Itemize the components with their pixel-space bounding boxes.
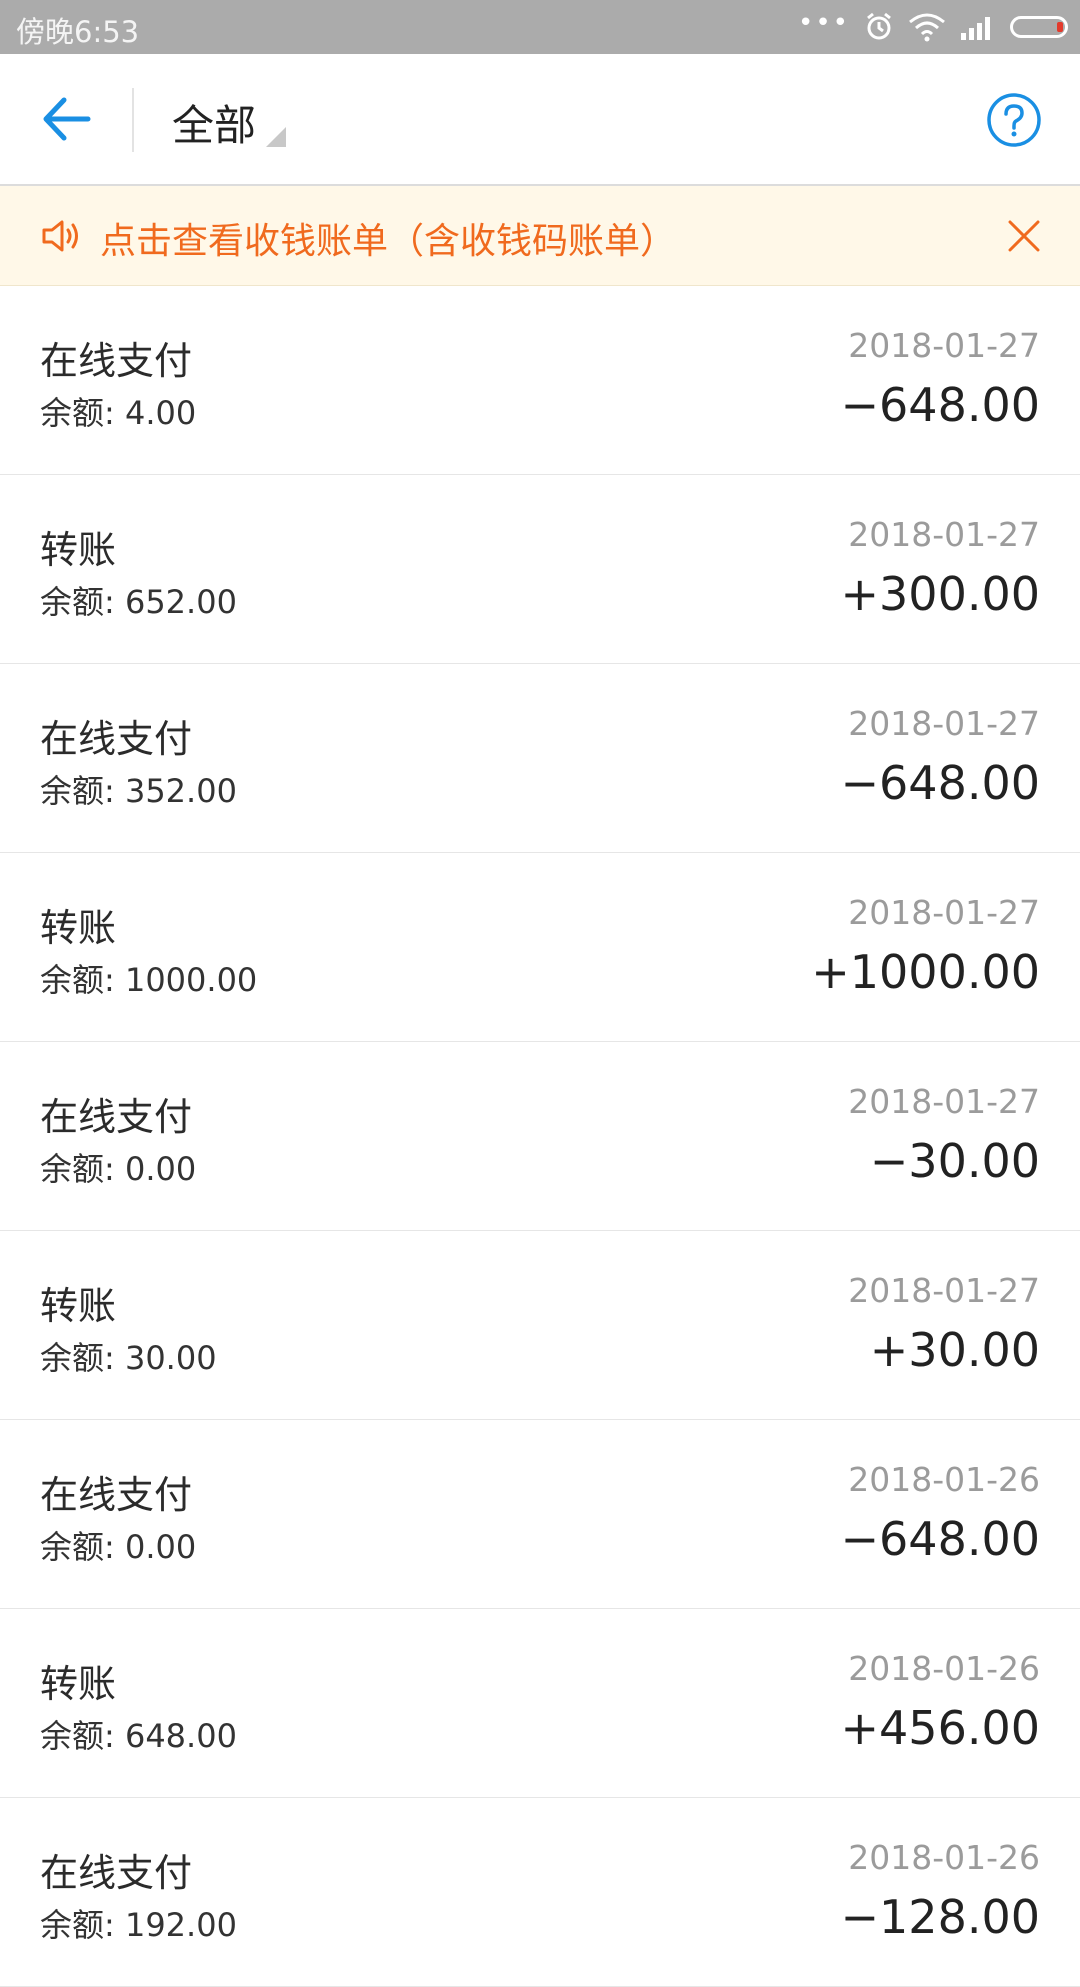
status-time: 傍晚6:53	[16, 15, 140, 49]
help-circle-icon[interactable]	[986, 92, 1042, 148]
transaction-title: 转账	[40, 528, 117, 572]
transaction-row[interactable]: 在线支付 余额: 192.00 2018-01-26 −128.00	[0, 1798, 1080, 1987]
transaction-title: 在线支付	[40, 1851, 193, 1895]
transaction-title: 在线支付	[40, 1473, 193, 1517]
transaction-amount: −128.00	[840, 1890, 1041, 1944]
transaction-date: 2018-01-27	[848, 1271, 1040, 1310]
status-icons: •••	[798, 8, 1068, 46]
transaction-date: 2018-01-27	[848, 1082, 1040, 1121]
transaction-amount: −648.00	[840, 756, 1041, 810]
transaction-title: 转账	[40, 1662, 117, 1706]
back-arrow-icon[interactable]	[38, 94, 94, 144]
transaction-balance: 余额: 0.00	[40, 1150, 197, 1188]
transaction-row[interactable]: 转账 余额: 1000.00 2018-01-27 +1000.00	[0, 853, 1080, 1042]
notice-text: 点击查看收钱账单（含收钱码账单）	[100, 221, 677, 262]
transaction-title: 在线支付	[40, 339, 193, 383]
transaction-row[interactable]: 转账 余额: 30.00 2018-01-27 +30.00	[0, 1231, 1080, 1420]
top-nav-bar: 全部	[0, 54, 1080, 186]
transaction-balance: 余额: 30.00	[40, 1339, 217, 1377]
nav-divider	[132, 88, 134, 152]
transaction-list: 在线支付 余额: 4.00 2018-01-27 −648.00 转账 余额: …	[0, 286, 1080, 1987]
transaction-date: 2018-01-26	[848, 1460, 1040, 1499]
transaction-amount: −648.00	[840, 1512, 1041, 1566]
transaction-date: 2018-01-26	[848, 1649, 1040, 1688]
transaction-title: 转账	[40, 1284, 117, 1328]
wifi-icon	[909, 13, 945, 42]
transaction-row[interactable]: 在线支付 余额: 352.00 2018-01-27 −648.00	[0, 664, 1080, 853]
filter-label: 全部	[172, 101, 257, 150]
transaction-amount: −648.00	[840, 378, 1041, 432]
alarm-icon	[867, 12, 891, 40]
transaction-balance: 余额: 352.00	[40, 772, 237, 810]
transaction-row[interactable]: 在线支付 余额: 4.00 2018-01-27 −648.00	[0, 286, 1080, 475]
battery-icon	[1010, 16, 1068, 38]
transaction-row[interactable]: 在线支付 余额: 0.00 2018-01-27 −30.00	[0, 1042, 1080, 1231]
transaction-balance: 余额: 648.00	[40, 1717, 237, 1755]
transaction-amount: +1000.00	[811, 945, 1040, 999]
transaction-date: 2018-01-27	[848, 326, 1040, 365]
status-bar: 傍晚6:53 •••	[0, 0, 1080, 54]
transaction-date: 2018-01-26	[848, 1838, 1040, 1877]
transaction-balance: 余额: 0.00	[40, 1528, 197, 1566]
transaction-balance: 余额: 1000.00	[40, 961, 258, 999]
filter-dropdown[interactable]: 全部	[172, 92, 287, 153]
transaction-amount: +30.00	[869, 1323, 1040, 1377]
transaction-balance: 余额: 652.00	[40, 583, 237, 621]
transaction-amount: −30.00	[869, 1134, 1040, 1188]
transaction-date: 2018-01-27	[848, 893, 1040, 932]
transaction-title: 转账	[40, 906, 117, 950]
signal-icon	[961, 17, 990, 40]
transaction-row[interactable]: 转账 余额: 648.00 2018-01-26 +456.00	[0, 1609, 1080, 1798]
transaction-date: 2018-01-27	[848, 704, 1040, 743]
more-dots-icon: •••	[797, 8, 850, 38]
speaker-icon	[42, 220, 78, 252]
transaction-title: 在线支付	[40, 717, 193, 761]
transaction-amount: +300.00	[840, 567, 1041, 621]
transaction-row[interactable]: 在线支付 余额: 0.00 2018-01-26 −648.00	[0, 1420, 1080, 1609]
transaction-balance: 余额: 192.00	[40, 1906, 237, 1944]
transaction-balance: 余额: 4.00	[40, 394, 197, 432]
transaction-row[interactable]: 转账 余额: 652.00 2018-01-27 +300.00	[0, 475, 1080, 664]
transaction-amount: +456.00	[840, 1701, 1041, 1755]
notice-banner[interactable]: 点击查看收钱账单（含收钱码账单）	[0, 186, 1080, 286]
dropdown-caret-icon	[266, 127, 287, 147]
transaction-title: 在线支付	[40, 1095, 193, 1139]
close-icon[interactable]	[1004, 216, 1044, 256]
transaction-date: 2018-01-27	[848, 515, 1040, 554]
